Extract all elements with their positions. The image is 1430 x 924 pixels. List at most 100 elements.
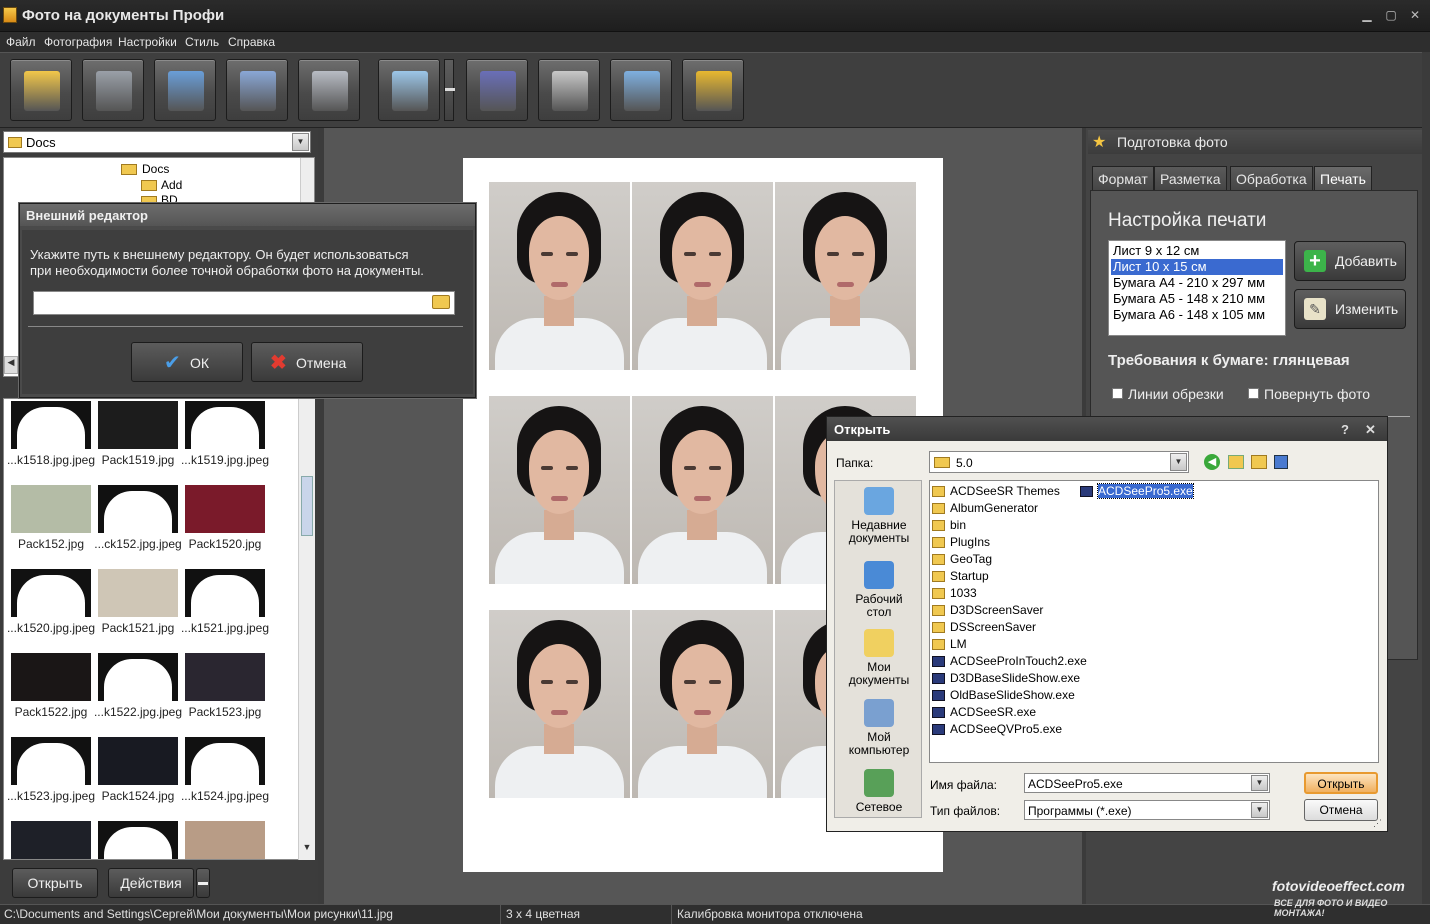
thumbnail-image[interactable] bbox=[185, 653, 265, 701]
menu-help[interactable]: Справка bbox=[228, 35, 275, 49]
file-item[interactable]: LM bbox=[950, 637, 967, 651]
filename-input[interactable]: ACDSeePro5.exe ▼ bbox=[1024, 773, 1270, 793]
open-files-button[interactable]: Открыть bbox=[12, 868, 98, 898]
thumbnail-image[interactable] bbox=[98, 401, 178, 449]
folder-combo[interactable]: Docs ▼ bbox=[3, 131, 311, 153]
place-item[interactable]: Рабочий стол bbox=[835, 557, 923, 623]
close-icon[interactable]: ✕ bbox=[1365, 422, 1376, 438]
thumbnail-image[interactable] bbox=[185, 401, 265, 449]
place-item[interactable]: Сетевое bbox=[835, 765, 923, 831]
thumbnail-image[interactable] bbox=[11, 485, 91, 533]
thumbnail-image[interactable] bbox=[185, 821, 265, 859]
chevron-down-icon[interactable]: ▼ bbox=[292, 133, 309, 151]
thumbnail-image[interactable] bbox=[185, 485, 265, 533]
view-menu-icon[interactable] bbox=[1274, 455, 1288, 469]
tab-print[interactable]: Печать bbox=[1314, 166, 1372, 190]
back-icon[interactable]: ◀ bbox=[1204, 454, 1220, 470]
new-folder-icon[interactable] bbox=[1251, 455, 1267, 469]
thumbnail-scrollbar[interactable]: ▼ bbox=[298, 398, 315, 860]
save-button[interactable] bbox=[82, 59, 144, 121]
minimize-button[interactable]: ▁ bbox=[1360, 8, 1374, 22]
thumbnail-image[interactable] bbox=[98, 737, 178, 785]
add-size-button[interactable]: + Добавить bbox=[1294, 241, 1406, 281]
thumbnail-image[interactable] bbox=[98, 569, 178, 617]
home-button[interactable] bbox=[610, 59, 672, 121]
menu-file[interactable]: Файл bbox=[6, 35, 36, 49]
thumbnail-grid[interactable]: ...k1518.jpg.jpeg Pack1519.jpg ...k1519.jp… bbox=[3, 398, 315, 860]
edit-size-button[interactable]: ✎ Изменить bbox=[1294, 289, 1406, 329]
tab-processing[interactable]: Обработка bbox=[1230, 166, 1313, 190]
up-folder-icon[interactable] bbox=[1228, 455, 1244, 469]
filetype-select[interactable]: Программы (*.exe) ▼ bbox=[1024, 800, 1270, 820]
resize-grip-icon[interactable]: ⋰ bbox=[1373, 818, 1385, 830]
menu-settings[interactable]: Настройки bbox=[118, 35, 177, 49]
camera-button[interactable] bbox=[298, 59, 360, 121]
scroll-thumb[interactable] bbox=[301, 476, 313, 536]
chevron-down-icon[interactable]: ▼ bbox=[1251, 802, 1268, 818]
tree-node-add[interactable]: Add bbox=[161, 178, 182, 192]
file-item[interactable]: ACDSeeProInTouch2.exe bbox=[950, 654, 1087, 668]
chevron-down-icon[interactable]: ▼ bbox=[1170, 453, 1187, 471]
thumbnail-image[interactable] bbox=[11, 821, 91, 859]
file-item[interactable]: ACDSeeQVPro5.exe bbox=[950, 722, 1062, 736]
file-item[interactable]: D3DScreenSaver bbox=[950, 603, 1043, 617]
folder-select[interactable]: 5.0 ▼ bbox=[929, 451, 1189, 473]
browse-folder-icon[interactable] bbox=[432, 295, 450, 309]
paper-size-list[interactable]: Лист 9 x 12 см Лист 10 x 15 см Бумага А4 -… bbox=[1108, 240, 1286, 336]
thumbnail-image[interactable] bbox=[11, 569, 91, 617]
open-button[interactable]: Открыть bbox=[1304, 772, 1378, 794]
editor-path-input[interactable] bbox=[33, 291, 455, 315]
file-item[interactable]: Startup bbox=[950, 569, 989, 583]
thumbnail-image[interactable] bbox=[185, 569, 265, 617]
paper-size-item[interactable]: Бумага А4 - 210 x 297 мм bbox=[1111, 275, 1283, 291]
file-item[interactable]: ACDSeeSR.exe bbox=[950, 705, 1036, 719]
file-item[interactable]: ACDSeeSR Themes bbox=[950, 484, 1060, 498]
tree-node-docs[interactable]: Docs bbox=[142, 162, 169, 176]
help-icon[interactable]: ? bbox=[1341, 422, 1349, 437]
paper-size-item[interactable]: Лист 9 x 12 см bbox=[1111, 243, 1283, 259]
file-item[interactable]: bin bbox=[950, 518, 966, 532]
place-item[interactable]: Недавние документы bbox=[835, 483, 923, 549]
rotate-photo-checkbox[interactable] bbox=[1248, 388, 1259, 399]
thumbnail-image[interactable] bbox=[98, 485, 178, 533]
place-item[interactable]: Мои документы bbox=[835, 625, 923, 691]
thumbnail-image[interactable] bbox=[185, 737, 265, 785]
file-item[interactable]: OldBaseSlideShow.exe bbox=[950, 688, 1075, 702]
ok-button[interactable]: ✔ ОК bbox=[131, 342, 243, 382]
buy-button[interactable] bbox=[682, 59, 744, 121]
paper-size-item[interactable]: Бумага А5 - 148 x 210 мм bbox=[1111, 291, 1283, 307]
zoom-dropdown-button[interactable]: ▬ bbox=[444, 59, 455, 121]
find-user-button[interactable] bbox=[154, 59, 216, 121]
zoom-button[interactable] bbox=[378, 59, 440, 121]
file-item[interactable]: D3DBaseSlideShow.exe bbox=[950, 671, 1080, 685]
cancel-button[interactable]: ✖ Отмена bbox=[251, 342, 363, 382]
maximize-button[interactable]: ▢ bbox=[1384, 8, 1398, 22]
cut-lines-checkbox[interactable] bbox=[1112, 388, 1123, 399]
file-list[interactable]: ACDSeeSR Themes AlbumGenerator bin PlugIns G… bbox=[929, 480, 1379, 763]
menu-style[interactable]: Стиль bbox=[185, 35, 219, 49]
file-item[interactable]: AlbumGenerator bbox=[950, 501, 1038, 515]
scroll-down-icon[interactable]: ▼ bbox=[300, 842, 314, 858]
tab-layout[interactable]: Разметка bbox=[1154, 166, 1227, 190]
actions-dropdown-button[interactable]: ▬ bbox=[196, 868, 210, 898]
actions-button[interactable]: Действия bbox=[108, 868, 194, 898]
scroll-left-icon[interactable]: ◀ bbox=[4, 356, 18, 374]
video-button[interactable] bbox=[538, 59, 600, 121]
thumbnail-image[interactable] bbox=[11, 401, 91, 449]
thumbnail-image[interactable] bbox=[98, 653, 178, 701]
close-button[interactable]: ✕ bbox=[1408, 8, 1422, 22]
thumbnail-image[interactable] bbox=[11, 737, 91, 785]
dialog-cancel-button[interactable]: Отмена bbox=[1304, 799, 1378, 821]
file-item[interactable]: ACDSeePro5.exe bbox=[1097, 483, 1194, 499]
tab-format[interactable]: Формат bbox=[1092, 166, 1154, 190]
chevron-down-icon[interactable]: ▼ bbox=[1251, 775, 1268, 791]
thumbnail-image[interactable] bbox=[98, 821, 178, 859]
file-item[interactable]: PlugIns bbox=[950, 535, 990, 549]
help-button[interactable] bbox=[466, 59, 528, 121]
place-item[interactable]: Мой компьютер bbox=[835, 695, 923, 761]
print-button[interactable] bbox=[226, 59, 288, 121]
paper-size-item[interactable]: Бумага А6 - 148 x 105 мм bbox=[1111, 307, 1283, 323]
file-item[interactable]: 1033 bbox=[950, 586, 977, 600]
menu-photo[interactable]: Фотография bbox=[44, 35, 112, 49]
file-item[interactable]: GeoTag bbox=[950, 552, 992, 566]
